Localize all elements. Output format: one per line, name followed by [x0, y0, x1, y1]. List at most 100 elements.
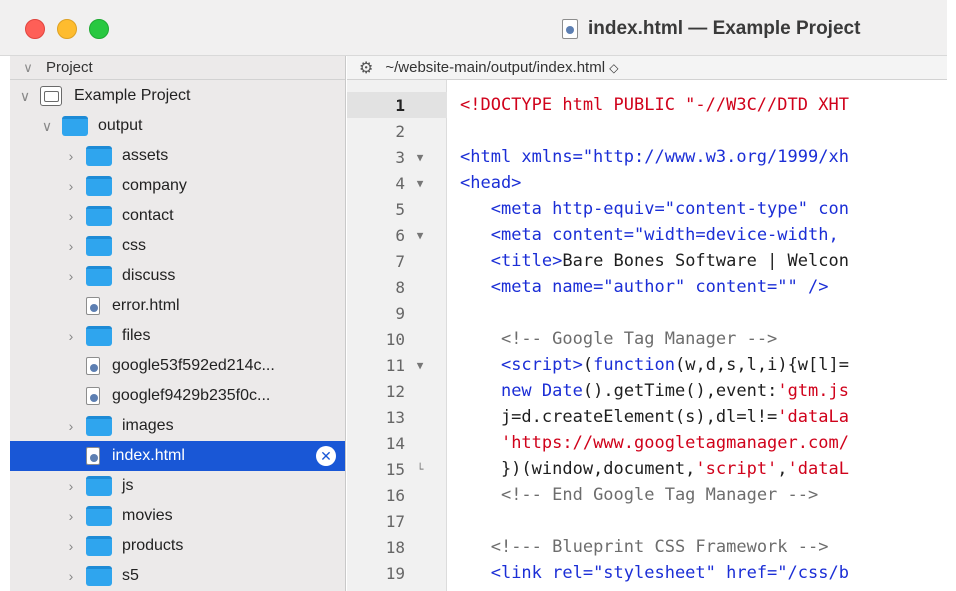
fold-toggle-icon[interactable]: └ — [405, 463, 435, 476]
tree-item-contact[interactable]: › contact — [10, 201, 345, 231]
code-line[interactable]: 13 j=d.createElement(s),dl=l!='dataLa — [347, 404, 947, 430]
code-line[interactable]: 7 <title>Bare Bones Software | Welcon — [347, 248, 947, 274]
tree-item-images[interactable]: › images — [10, 411, 345, 441]
code-line[interactable]: 15 └ })(window,document,'script','dataL — [347, 456, 947, 482]
code-line[interactable]: 12 new Date().getTime(),event:'gtm.js — [347, 378, 947, 404]
code-text[interactable]: <!--- Blueprint CSS Framework --> — [460, 537, 829, 557]
project-name: Example Project — [74, 87, 191, 104]
code-text[interactable]: <script>(function(w,d,s,l,i){w[l]= — [460, 355, 849, 375]
chevron-right-icon[interactable]: › — [64, 238, 78, 254]
code-text[interactable]: <title>Bare Bones Software | Welcon — [460, 251, 849, 271]
chevron-down-icon[interactable]: ∨ — [18, 88, 32, 105]
maximize-window-button[interactable] — [89, 19, 109, 39]
code-text[interactable]: new Date().getTime(),event:'gtm.js — [460, 381, 849, 401]
fold-toggle-icon[interactable]: ▼ — [405, 177, 435, 190]
html-file-icon — [86, 447, 100, 465]
path-bar[interactable]: ⚙ ~/website-main/output/index.html ◇ — [347, 56, 947, 80]
close-file-icon[interactable]: ✕ — [316, 446, 336, 466]
tree-item-label: js — [122, 477, 134, 494]
code-line[interactable]: 2 — [347, 118, 947, 144]
chevron-down-icon[interactable]: ∨ — [20, 60, 36, 76]
code-text[interactable]: 'https://www.googletagmanager.com/ — [460, 433, 849, 453]
code-line[interactable]: 8 <meta name="author" content="" /> — [347, 274, 947, 300]
code-line[interactable]: 19 <link rel="stylesheet" href="/css/b — [347, 560, 947, 586]
tree-item-label: google53f592ed214c... — [112, 357, 275, 374]
line-number: 6 — [395, 225, 405, 245]
code-line[interactable]: 16 <!-- End Google Tag Manager --> — [347, 482, 947, 508]
chevron-right-icon[interactable]: › — [64, 478, 78, 494]
code-text[interactable]: <meta content="width=device-width, — [460, 225, 849, 245]
tree-item-js[interactable]: › js — [10, 471, 345, 501]
chevron-right-icon[interactable]: › — [64, 568, 78, 584]
code-text[interactable]: <link rel="stylesheet" href="/css/b — [460, 563, 849, 583]
minimize-window-button[interactable] — [57, 19, 77, 39]
code-text[interactable]: <meta name="author" content="" /> — [460, 277, 829, 297]
tree-item-label: css — [122, 237, 146, 254]
chevron-right-icon[interactable]: › — [64, 148, 78, 164]
tree-item-output[interactable]: ∨ output — [10, 111, 345, 141]
code-line[interactable]: 9 — [347, 300, 947, 326]
code-text[interactable]: <!DOCTYPE html PUBLIC "-//W3C//DTD XHT — [460, 95, 849, 115]
tree-item-company[interactable]: › company — [10, 171, 345, 201]
file-path[interactable]: ~/website-main/output/index.html ◇ — [385, 59, 618, 76]
folder-icon — [86, 146, 112, 166]
chevron-right-icon[interactable]: › — [64, 508, 78, 524]
tree-item-label: images — [122, 417, 174, 434]
tree-item-label: company — [122, 177, 187, 194]
fold-toggle-icon[interactable]: ▼ — [405, 151, 435, 164]
code-text[interactable]: <!-- End Google Tag Manager --> — [460, 485, 818, 505]
tree-item-products[interactable]: › products — [10, 531, 345, 561]
code-text[interactable]: })(window,document,'script','dataL — [460, 459, 849, 479]
fold-toggle-icon[interactable]: ▼ — [405, 229, 435, 242]
chevron-right-icon[interactable]: › — [64, 178, 78, 194]
code-line[interactable]: 1 <!DOCTYPE html PUBLIC "-//W3C//DTD XHT — [347, 92, 947, 118]
chevron-down-icon[interactable]: ∨ — [40, 118, 54, 135]
code-text[interactable]: <html xmlns="http://www.w3.org/1999/xh — [460, 147, 849, 167]
tree-item-movies[interactable]: › movies — [10, 501, 345, 531]
line-number: 15 — [385, 459, 405, 479]
line-number: 2 — [395, 121, 405, 141]
code-line[interactable]: 17 — [347, 508, 947, 534]
folder-icon — [86, 476, 112, 496]
gear-icon[interactable]: ⚙ — [359, 58, 373, 78]
close-window-button[interactable] — [25, 19, 45, 39]
chevron-right-icon[interactable]: › — [64, 418, 78, 434]
code-line[interactable]: 3 ▼ <html xmlns="http://www.w3.org/1999/xh — [347, 144, 947, 170]
code-line[interactable]: 5 <meta http-equiv="content-type" con — [347, 196, 947, 222]
html-file-icon — [86, 357, 100, 375]
tree-item-assets[interactable]: › assets — [10, 141, 345, 171]
code-line[interactable]: 4 ▼ <head> — [347, 170, 947, 196]
fold-toggle-icon[interactable]: ▼ — [405, 359, 435, 372]
project-section-header[interactable]: ∨ Project — [10, 56, 345, 80]
code-editor[interactable]: ⚙ ~/website-main/output/index.html ◇ 1 <!… — [347, 56, 947, 591]
code-text[interactable]: <!-- Google Tag Manager --> — [460, 329, 777, 349]
code-line[interactable]: 10 <!-- Google Tag Manager --> — [347, 326, 947, 352]
tree-item-index-html[interactable]: index.html ✕ — [10, 441, 345, 471]
tree-item-label: error.html — [112, 297, 180, 314]
tree-item-error-html[interactable]: error.html — [10, 291, 345, 321]
code-text[interactable]: j=d.createElement(s),dl=l!='dataLa — [460, 407, 849, 427]
line-number: 18 — [385, 537, 405, 557]
line-number: 4 — [395, 173, 405, 193]
code-line[interactable]: 14 'https://www.googletagmanager.com/ — [347, 430, 947, 456]
tree-item-s5[interactable]: › s5 — [10, 561, 345, 591]
tree-item-project[interactable]: ∨ Example Project — [10, 81, 345, 111]
code-line[interactable]: 6 ▼ <meta content="width=device-width, — [347, 222, 947, 248]
tree-item-css[interactable]: › css — [10, 231, 345, 261]
tree-item-google53f592ed214c[interactable]: google53f592ed214c... — [10, 351, 345, 381]
chevron-right-icon[interactable]: › — [64, 538, 78, 554]
html-document-icon — [562, 19, 578, 39]
tree-item-discuss[interactable]: › discuss — [10, 261, 345, 291]
chevron-right-icon[interactable]: › — [64, 268, 78, 284]
tree-item-googlef9429b235f0c[interactable]: googlef9429b235f0c... — [10, 381, 345, 411]
chevron-right-icon[interactable]: › — [64, 328, 78, 344]
folder-icon — [86, 236, 112, 256]
tree-item-files[interactable]: › files — [10, 321, 345, 351]
chevron-right-icon[interactable]: › — [64, 208, 78, 224]
code-text[interactable]: <meta http-equiv="content-type" con — [460, 199, 849, 219]
code-line[interactable]: 18 <!--- Blueprint CSS Framework --> — [347, 534, 947, 560]
folder-icon — [86, 206, 112, 226]
project-section-label: Project — [46, 59, 93, 76]
code-text[interactable]: <head> — [460, 173, 521, 193]
code-line[interactable]: 11 ▼ <script>(function(w,d,s,l,i){w[l]= — [347, 352, 947, 378]
